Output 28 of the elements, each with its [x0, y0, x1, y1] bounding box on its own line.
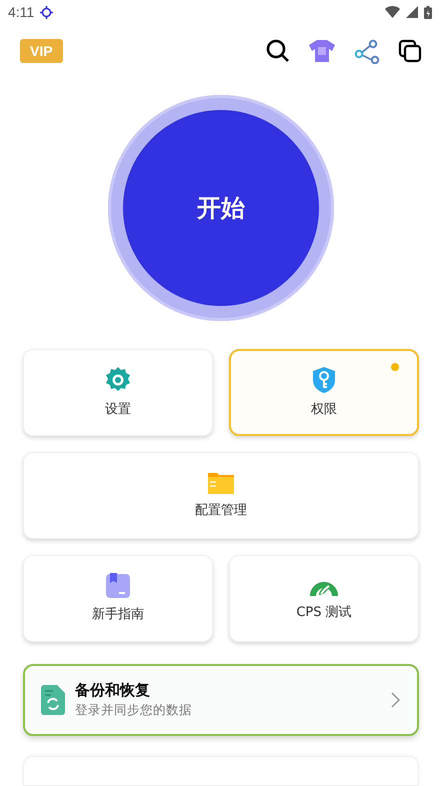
tile-label: 设置 — [105, 401, 131, 418]
menu-tile[interactable]: 设置 — [23, 348, 213, 436]
tile-label: 配置管理 — [195, 502, 247, 520]
bookmark-book-icon — [106, 573, 130, 600]
tile-label: CPS 测试 — [296, 604, 352, 622]
backup-subtitle: 登录并同步您的数据 — [75, 702, 193, 719]
shield-key-icon — [311, 366, 337, 394]
battery-icon — [424, 6, 432, 19]
search-icon[interactable] — [266, 39, 290, 64]
folder-icon — [207, 471, 235, 496]
status-time: 4:11 — [8, 4, 34, 20]
backup-card[interactable]: 备份和恢复 登录并同步您的数据 — [23, 664, 419, 736]
chevron-right-icon — [391, 692, 401, 708]
tile-label: 新手指南 — [92, 606, 144, 624]
document-sync-icon — [41, 684, 65, 715]
tshirt-icon[interactable] — [308, 39, 336, 64]
copy-icon[interactable] — [398, 39, 422, 64]
menu-tile[interactable]: CPS 测试 — [229, 554, 419, 642]
menu-tile[interactable]: 权限 — [229, 348, 419, 436]
wifi-icon — [385, 6, 400, 18]
crosshair-icon — [40, 6, 54, 19]
share-icon[interactable] — [354, 38, 380, 64]
signal-icon — [406, 6, 418, 18]
menu-tile[interactable]: 新手指南 — [23, 554, 213, 642]
backup-title: 备份和恢复 — [75, 680, 151, 700]
tile-label: 权限 — [311, 401, 337, 418]
menu-tile[interactable]: 配置管理 — [23, 452, 419, 539]
start-button[interactable]: 开始 — [123, 110, 319, 306]
